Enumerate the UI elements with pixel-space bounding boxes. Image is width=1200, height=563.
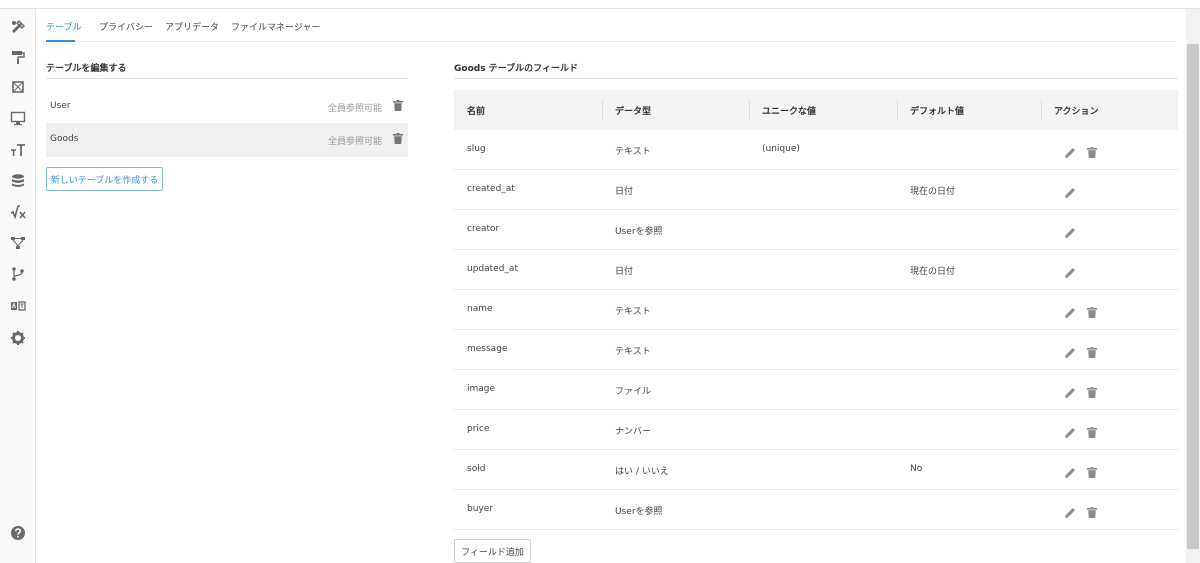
trash-icon[interactable] <box>393 133 403 144</box>
edit-icon[interactable] <box>1065 503 1076 518</box>
header-unique: ユニークな値 <box>762 107 817 117</box>
scrollbar-thumb[interactable] <box>1187 44 1199 549</box>
edit-icon[interactable] <box>1065 143 1076 158</box>
edit-icon[interactable] <box>1065 223 1076 238</box>
field-name: name <box>467 304 493 314</box>
fields-title: Goods テーブルのフィールド <box>454 64 578 74</box>
trash-icon[interactable] <box>1087 463 1097 478</box>
field-default: 現在の日付 <box>910 187 956 197</box>
edit-tables-title: テーブルを編集する <box>46 64 127 74</box>
field-type: 日付 <box>615 187 634 197</box>
tab-tables[interactable]: テーブル <box>46 20 81 33</box>
field-type: Userを参照 <box>615 507 663 517</box>
field-row: updated_at 日付 現在の日付 <box>454 250 1178 290</box>
field-name: sold <box>467 464 486 474</box>
field-type: 日付 <box>615 267 634 277</box>
field-row: sold はい / いいえ No <box>454 450 1178 490</box>
table-permission: 全員参照可能 <box>327 137 382 147</box>
edit-icon[interactable] <box>1065 463 1076 478</box>
trash-icon[interactable] <box>393 100 403 111</box>
field-default: No <box>910 464 923 474</box>
column-divider <box>897 100 898 120</box>
table-name: Goods <box>50 134 79 144</box>
edit-icon[interactable] <box>1065 383 1076 398</box>
table-name: User <box>50 101 71 111</box>
sidebar <box>0 9 36 563</box>
database-icon[interactable] <box>8 171 28 191</box>
field-row: image ファイル <box>454 370 1178 410</box>
trash-icon[interactable] <box>1087 423 1097 438</box>
trash-icon[interactable] <box>1087 343 1097 358</box>
field-type: Userを参照 <box>615 227 663 237</box>
field-name: price <box>467 424 490 434</box>
gear-icon[interactable] <box>8 328 28 348</box>
edit-icon[interactable] <box>1065 303 1076 318</box>
crop-icon[interactable] <box>8 77 28 97</box>
column-divider <box>602 100 603 120</box>
header-type: データ型 <box>615 107 652 117</box>
field-name: created_at <box>467 184 515 194</box>
add-field-button[interactable]: フィールド追加 <box>454 539 531 563</box>
field-default: 現在の日付 <box>910 267 956 277</box>
text-size-icon[interactable] <box>8 140 28 160</box>
help-icon[interactable] <box>8 523 28 543</box>
field-type: ファイル <box>615 387 652 397</box>
column-divider <box>1041 100 1042 120</box>
branch-icon[interactable] <box>8 264 28 284</box>
table-item-user[interactable]: User 全員参照可能 <box>46 90 408 124</box>
design-tools-icon[interactable] <box>8 17 28 37</box>
divider <box>454 78 1178 79</box>
field-row: name テキスト <box>454 290 1178 330</box>
header-name: 名前 <box>467 107 486 117</box>
divider <box>46 78 408 79</box>
monitor-icon[interactable] <box>8 108 28 128</box>
paint-roller-icon[interactable] <box>8 47 28 67</box>
header-default: デフォルト値 <box>910 107 965 117</box>
field-row: price ナンバー <box>454 410 1178 450</box>
header-actions: アクション <box>1054 107 1099 117</box>
field-row: creator Userを参照 <box>454 210 1178 250</box>
tab-privacy[interactable]: プライバシー <box>99 20 153 33</box>
field-name: buyer <box>467 504 493 514</box>
table-item-goods[interactable]: Goods 全員参照可能 <box>46 123 408 157</box>
tab-file-manager[interactable]: ファイルマネージャー <box>231 20 320 33</box>
field-type: ナンバー <box>615 427 652 437</box>
edit-icon[interactable] <box>1065 183 1076 198</box>
field-name: message <box>467 344 508 354</box>
active-tab-indicator <box>46 40 75 42</box>
fields-table-header: 名前 データ型 ユニークな値 デフォルト値 アクション <box>454 90 1178 130</box>
table-permission: 全員参照可能 <box>327 104 382 114</box>
edit-icon[interactable] <box>1065 423 1076 438</box>
field-name: creator <box>467 224 500 234</box>
trash-icon[interactable] <box>1087 383 1097 398</box>
field-row: message テキスト <box>454 330 1178 370</box>
trash-icon[interactable] <box>1087 303 1097 318</box>
workflow-icon[interactable] <box>8 233 28 253</box>
field-type: はい / いいえ <box>615 467 669 477</box>
edit-icon[interactable] <box>1065 263 1076 278</box>
field-type: テキスト <box>615 307 651 317</box>
top-bar <box>0 0 1200 9</box>
field-unique: (unique) <box>762 144 800 154</box>
tab-app-data[interactable]: アプリデータ <box>165 20 219 33</box>
field-row: buyer Userを参照 <box>454 490 1178 530</box>
field-type: テキスト <box>615 347 651 357</box>
trash-icon[interactable] <box>1087 143 1097 158</box>
field-name: image <box>467 384 496 394</box>
trash-icon[interactable] <box>1087 503 1097 518</box>
field-name: slug <box>467 144 486 154</box>
create-table-button[interactable]: 新しいテーブルを作成する <box>46 167 163 191</box>
column-divider <box>749 100 750 120</box>
field-type: テキスト <box>615 147 651 157</box>
tab-bar: テーブル プライバシー アプリデータ ファイルマネージャー <box>46 9 1176 42</box>
field-name: updated_at <box>467 264 518 274</box>
formula-icon[interactable] <box>8 202 28 222</box>
edit-icon[interactable] <box>1065 343 1076 358</box>
translate-icon[interactable] <box>8 296 28 316</box>
field-row: created_at 日付 現在の日付 <box>454 170 1178 210</box>
field-row: slug テキスト (unique) <box>454 130 1178 170</box>
